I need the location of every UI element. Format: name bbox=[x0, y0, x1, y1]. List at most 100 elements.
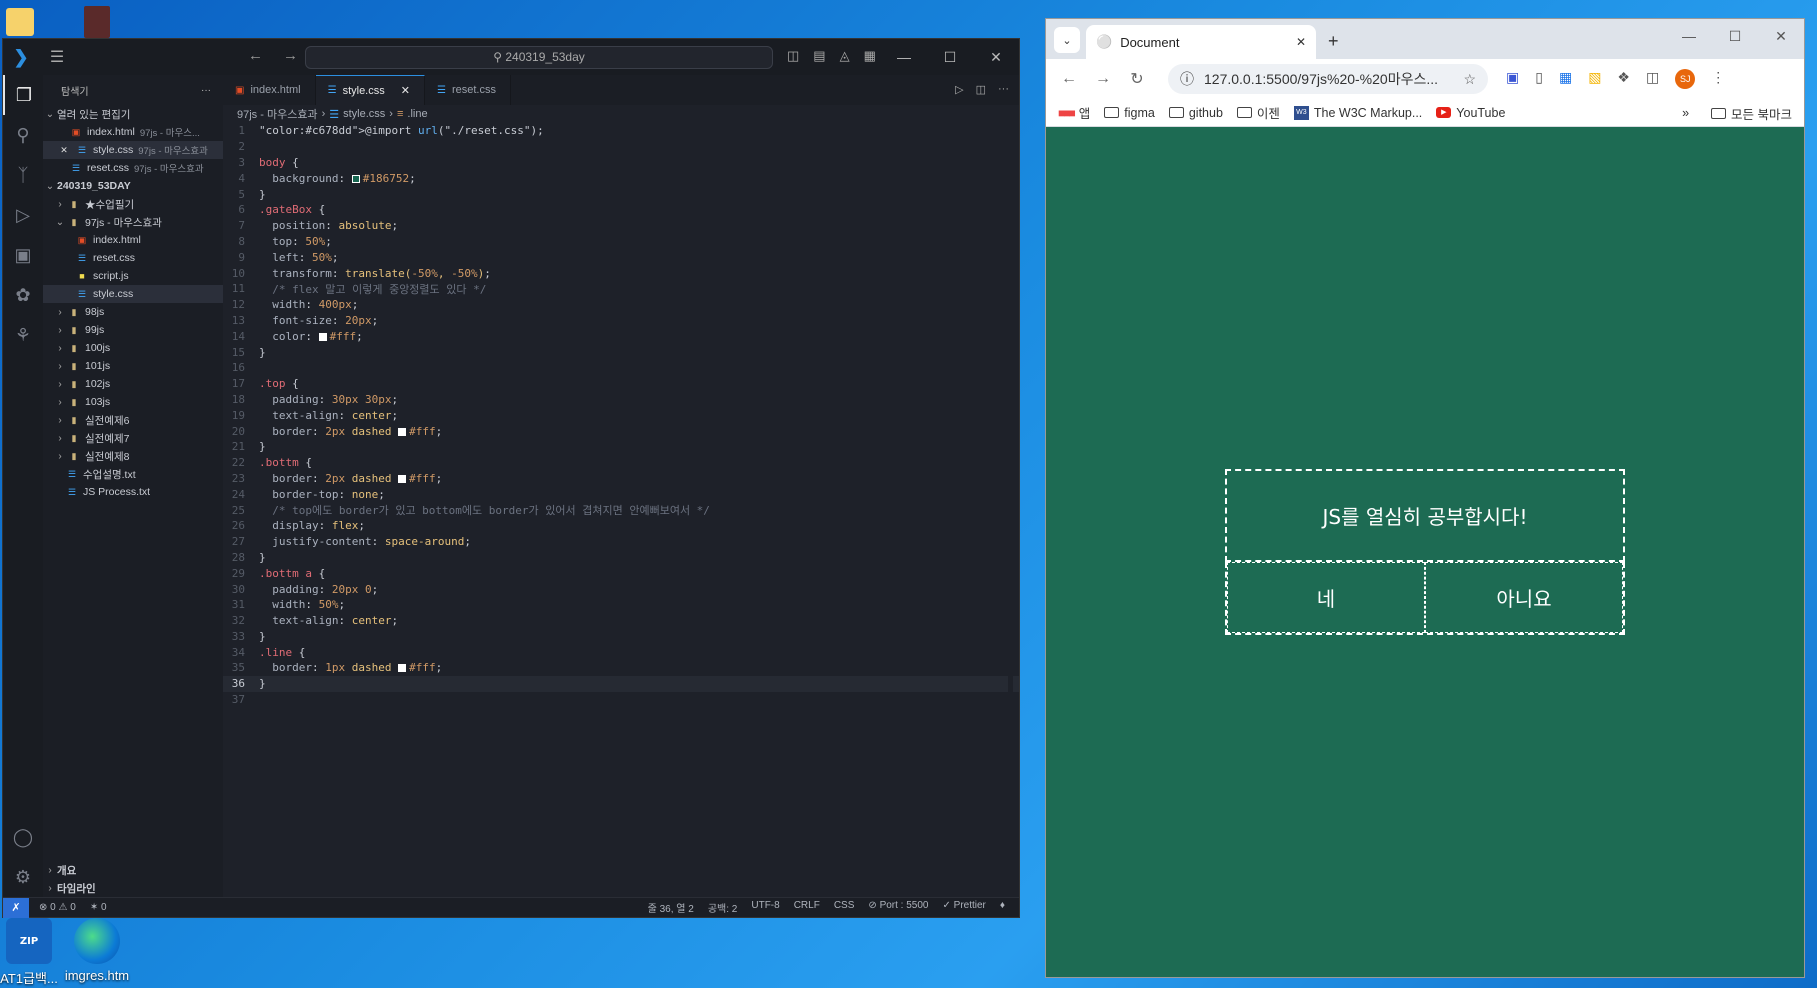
all-bookmarks-folder[interactable]: 모든 북마크 bbox=[1711, 104, 1792, 123]
browser-tab-document[interactable]: ⚪ Document ✕ bbox=[1086, 25, 1316, 59]
bookmark-ezen[interactable]: 이젠 bbox=[1236, 103, 1280, 122]
encoding[interactable]: UTF-8 bbox=[751, 900, 779, 915]
close-tab-icon[interactable]: ✕ bbox=[1296, 35, 1306, 49]
maximize-button[interactable]: ☐ bbox=[927, 39, 973, 75]
code-line[interactable]: 20 border: 2px dashed #fff; bbox=[223, 423, 1019, 439]
minimize-button[interactable]: — bbox=[881, 39, 927, 75]
tree-folder[interactable]: › ▮ 100js bbox=[43, 339, 223, 357]
back-arrow-icon[interactable]: ← bbox=[1052, 70, 1086, 88]
tree-folder[interactable]: › ▮ 101js bbox=[43, 357, 223, 375]
tree-folder[interactable]: ⌄ ▮ 97js - 마우스효과 bbox=[43, 213, 223, 231]
settings-gear-icon[interactable]: ⚙ bbox=[3, 857, 43, 897]
extension-icon[interactable]: ▦ bbox=[1559, 69, 1572, 89]
open-editor-item-active[interactable]: ✕ ☰ style.css 97js - 마우스효과 bbox=[43, 141, 223, 159]
language-mode[interactable]: CSS bbox=[834, 900, 855, 915]
code-line[interactable]: 17 .top { bbox=[223, 376, 1019, 392]
code-line[interactable]: 19 text-align: center; bbox=[223, 407, 1019, 423]
code-line[interactable]: 7 position: absolute; bbox=[223, 218, 1019, 234]
code-line[interactable]: 23 border: 2px dashed #fff; bbox=[223, 471, 1019, 487]
code-line[interactable]: 35 border: 1px dashed #fff; bbox=[223, 660, 1019, 676]
code-line[interactable]: 30 padding: 20px 0; bbox=[223, 581, 1019, 597]
code-line[interactable]: 11 /* flex 말고 이렇게 중앙정렬도 있다 */ bbox=[223, 281, 1019, 297]
more-actions-icon[interactable]: ··· bbox=[998, 83, 1009, 96]
extension-icon[interactable]: ▧ bbox=[1588, 69, 1601, 89]
tree-file[interactable]: ☰ 수업설명.txt bbox=[43, 465, 223, 483]
open-editor-item[interactable]: ☰ reset.css 97js - 마우스효과 bbox=[43, 159, 223, 177]
code-line[interactable]: 14 color: #fff; bbox=[223, 328, 1019, 344]
code-line[interactable]: 5} bbox=[223, 186, 1019, 202]
bookmark-w3c[interactable]: W3 The W3C Markup... bbox=[1293, 105, 1422, 120]
bookmark-figma[interactable]: figma bbox=[1104, 106, 1155, 120]
customize-layout-icon[interactable]: ▦ bbox=[864, 48, 876, 64]
minimize-button[interactable]: — bbox=[1666, 19, 1712, 53]
toggle-panel-icon[interactable]: ▤ bbox=[813, 48, 825, 64]
source-control-icon[interactable]: ᛉ bbox=[3, 155, 43, 195]
live-server-port[interactable]: ⊘ Port : 5500 bbox=[868, 900, 928, 915]
code-line[interactable]: 10 transform: translate(-50%, -50%); bbox=[223, 265, 1019, 281]
code-line[interactable]: 26 display: flex; bbox=[223, 518, 1019, 534]
bookmark-apps[interactable]: ■■■ 앱 bbox=[1058, 103, 1090, 122]
remote-explorer-icon[interactable]: ⚘ bbox=[3, 315, 43, 355]
tree-folder[interactable]: › ▮ ★수업필기 bbox=[43, 195, 223, 213]
desktop-image-icon[interactable] bbox=[84, 6, 110, 38]
code-line[interactable]: 33} bbox=[223, 629, 1019, 645]
code-line[interactable]: 21} bbox=[223, 439, 1019, 455]
profile-avatar[interactable]: SJ bbox=[1675, 69, 1696, 89]
toggle-secondary-sidebar-icon[interactable]: ◬ bbox=[840, 48, 850, 64]
more-bookmarks-icon[interactable]: » bbox=[1682, 106, 1689, 120]
code-line[interactable]: 4 background: #186752; bbox=[223, 170, 1019, 186]
tree-file[interactable]: ■ script.js bbox=[43, 267, 223, 285]
nav-back-icon[interactable]: ← bbox=[248, 47, 263, 64]
editor-scrollbar[interactable] bbox=[1008, 165, 1013, 765]
no-link[interactable]: 아니요 bbox=[1425, 562, 1623, 633]
tree-folder[interactable]: › ▮ 실전예제7 bbox=[43, 429, 223, 447]
tree-file[interactable]: ☰ style.css bbox=[43, 285, 223, 303]
tab-reset-css[interactable]: ☰ reset.css bbox=[425, 75, 511, 105]
code-line[interactable]: 29 .bottm a { bbox=[223, 565, 1019, 581]
tree-folder[interactable]: › ▮ 99js bbox=[43, 321, 223, 339]
search-icon[interactable]: ⚲ bbox=[3, 115, 43, 155]
extensions-icon[interactable]: ▣ bbox=[3, 235, 43, 275]
tree-folder[interactable]: › ▮ 102js bbox=[43, 375, 223, 393]
yes-link[interactable]: 네 bbox=[1227, 562, 1425, 633]
run-icon[interactable]: ▷ bbox=[955, 83, 963, 96]
cursor-position[interactable]: 줄 36, 열 2 bbox=[648, 900, 694, 915]
code-line[interactable]: 13 font-size: 20px; bbox=[223, 313, 1019, 329]
extensions-puzzle-icon[interactable]: ❖ bbox=[1617, 69, 1630, 89]
bookmark-youtube[interactable]: ▶ YouTube bbox=[1436, 106, 1505, 120]
code-line[interactable]: 34 .line { bbox=[223, 644, 1019, 660]
extension-icon[interactable]: ▯ bbox=[1535, 69, 1543, 89]
code-line[interactable]: 28} bbox=[223, 550, 1019, 566]
breadcrumb-symbol[interactable]: .line bbox=[407, 108, 427, 120]
desktop-folder-icon[interactable] bbox=[6, 8, 34, 36]
bookmark-github[interactable]: github bbox=[1168, 106, 1223, 120]
more-actions-icon[interactable]: ··· bbox=[201, 85, 211, 96]
line-ending[interactable]: CRLF bbox=[794, 900, 820, 915]
tree-file[interactable]: ☰ JS Process.txt bbox=[43, 483, 223, 501]
desktop-icon-imgres[interactable]: imgres.htm bbox=[52, 918, 142, 983]
code-editor[interactable]: 1 "color:#c678dd">@import url("./reset.cs… bbox=[223, 123, 1019, 707]
tree-folder[interactable]: › ▮ 103js bbox=[43, 393, 223, 411]
command-center-search[interactable]: ⚲ 240319_53day bbox=[305, 46, 773, 69]
code-line[interactable]: 15} bbox=[223, 344, 1019, 360]
close-button[interactable]: ✕ bbox=[973, 39, 1019, 75]
problems-indicator[interactable]: ⊗ 0 ⚠ 0 bbox=[39, 902, 76, 913]
code-line[interactable]: 1 "color:#c678dd">@import url("./reset.cs… bbox=[223, 123, 1019, 139]
new-tab-icon[interactable]: + bbox=[1328, 31, 1339, 52]
outline-section[interactable]: › 개요 bbox=[43, 861, 223, 879]
code-line[interactable]: 12 width: 400px; bbox=[223, 297, 1019, 313]
code-line[interactable]: 6 .gateBox { bbox=[223, 202, 1019, 218]
close-icon[interactable]: ✕ bbox=[401, 84, 410, 97]
code-line[interactable]: 37 bbox=[223, 692, 1019, 708]
tree-folder[interactable]: › ▮ 실전예제8 bbox=[43, 447, 223, 465]
side-panel-icon[interactable]: ◫ bbox=[1646, 69, 1659, 89]
maximize-button[interactable]: ☐ bbox=[1712, 19, 1758, 53]
tree-folder[interactable]: › ▮ 98js bbox=[43, 303, 223, 321]
code-line[interactable]: 27 justify-content: space-around; bbox=[223, 534, 1019, 550]
ports-indicator[interactable]: ✶ 0 bbox=[90, 902, 107, 913]
split-editor-icon[interactable]: ◫ bbox=[976, 83, 986, 96]
code-line[interactable]: 9 left: 50%; bbox=[223, 249, 1019, 265]
address-bar[interactable]: ⓘ 127.0.0.1:5500/97js%20-%20마우스... ☆ bbox=[1168, 64, 1488, 94]
figma-icon[interactable]: ✿ bbox=[3, 275, 43, 315]
code-line[interactable]: 16 bbox=[223, 360, 1019, 376]
